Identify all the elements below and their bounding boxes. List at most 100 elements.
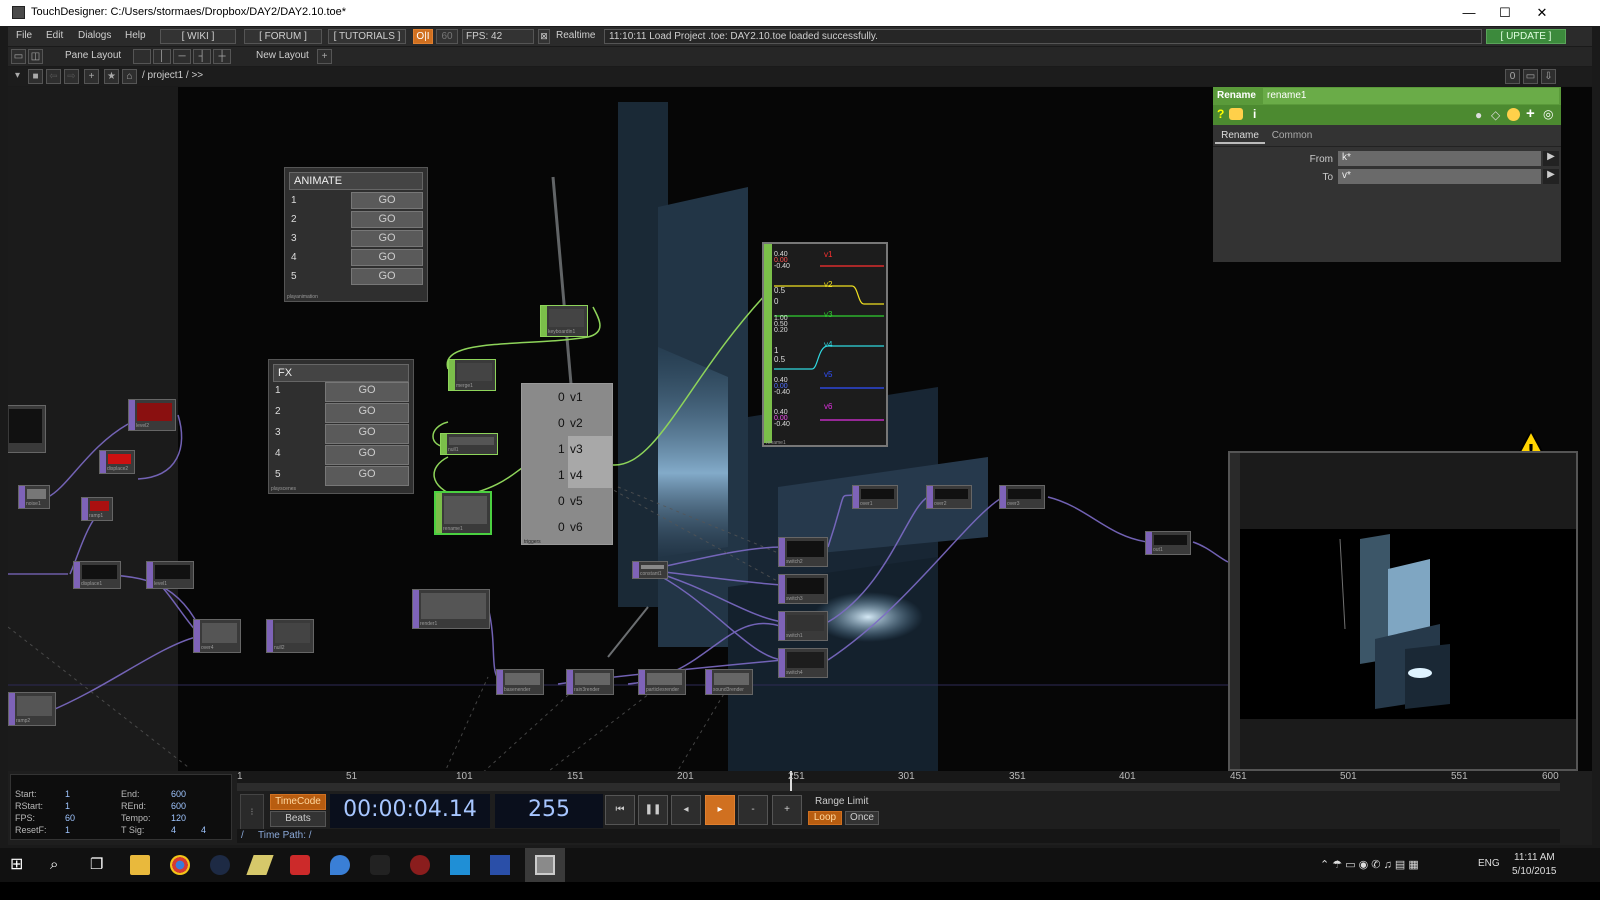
time-path[interactable]: Time Path: /: [258, 830, 312, 841]
add-icon[interactable]: +: [84, 69, 99, 84]
beats-mode-button[interactable]: Beats: [270, 811, 326, 827]
touchdesigner-task-button[interactable]: [525, 848, 565, 882]
minimize-button[interactable]: —: [1454, 3, 1484, 23]
tsig-value-2[interactable]: 4: [201, 825, 206, 835]
timeline-options-icon[interactable]: ⁝: [240, 794, 264, 832]
target-icon[interactable]: ◎: [1543, 107, 1553, 121]
menu-dialogs[interactable]: Dialogs: [78, 30, 111, 41]
step-forward-button[interactable]: +: [772, 795, 802, 825]
tab-common[interactable]: Common: [1269, 128, 1315, 144]
clone-icon[interactable]: ◇: [1491, 108, 1500, 122]
op-node[interactable]: over2: [926, 485, 972, 509]
op-node[interactable]: switch4: [778, 648, 828, 678]
op-node[interactable]: merge1: [448, 359, 496, 391]
fx-go-button-3[interactable]: GO: [325, 424, 409, 444]
timeline-ruler[interactable]: 1 51 101 151 201 251 301 351 401 451 501…: [237, 771, 1560, 791]
chevron-down-icon[interactable]: ▾: [10, 69, 25, 84]
op-node[interactable]: switch3: [778, 574, 828, 604]
timecode-display[interactable]: 00:00:04.14: [330, 794, 490, 828]
op-node[interactable]: rename1: [434, 491, 492, 535]
timecode-mode-button[interactable]: TimeCode: [270, 794, 326, 810]
window-icon[interactable]: ▭: [1523, 69, 1538, 84]
chrome-icon[interactable]: [170, 855, 190, 875]
op-node[interactable]: level1: [146, 561, 194, 589]
menu-help[interactable]: Help: [125, 30, 146, 41]
update-button[interactable]: [ UPDATE ]: [1486, 29, 1566, 44]
op-name-field[interactable]: rename1: [1263, 88, 1559, 104]
menu-edit[interactable]: Edit: [46, 30, 63, 41]
layout-split-vertical-button[interactable]: │: [153, 49, 171, 64]
menu-file[interactable]: File: [16, 30, 32, 41]
op-node[interactable]: null1: [440, 433, 498, 455]
op-node[interactable]: null2: [266, 619, 314, 653]
task-view-icon[interactable]: ❐: [90, 855, 110, 875]
star-icon[interactable]: ★: [104, 69, 119, 84]
op-node[interactable]: constant1: [632, 561, 668, 579]
op-node[interactable]: sound3render: [705, 669, 753, 695]
add-icon[interactable]: +: [1526, 105, 1535, 122]
loop-button[interactable]: Loop: [808, 811, 842, 825]
python-icon[interactable]: [1229, 108, 1243, 120]
to-menu-arrow-icon[interactable]: ▶: [1543, 169, 1559, 184]
resetf-value[interactable]: 1: [65, 825, 70, 835]
close-button[interactable]: ✕: [1527, 3, 1557, 23]
music-app-icon[interactable]: [410, 855, 430, 875]
animate-go-button-4[interactable]: GO: [351, 249, 423, 266]
language-indicator[interactable]: ENG: [1478, 858, 1500, 869]
viewer-pane[interactable]: [1228, 451, 1578, 771]
layout-four-button[interactable]: ┼: [213, 49, 231, 64]
wiki-button[interactable]: [ WIKI ]: [160, 29, 236, 44]
back-icon[interactable]: ⇦: [46, 69, 61, 84]
op-node[interactable]: over1: [852, 485, 898, 509]
forward-icon[interactable]: ⇨: [64, 69, 79, 84]
op-node[interactable]: basenender: [496, 669, 544, 695]
op-node[interactable]: displace2: [99, 450, 135, 474]
steam-icon[interactable]: [210, 855, 230, 875]
file-explorer-icon[interactable]: [130, 855, 150, 875]
once-button[interactable]: Once: [845, 811, 879, 825]
op-node[interactable]: level2: [128, 399, 176, 431]
search-icon[interactable]: ⌕: [50, 855, 70, 875]
python-dat-icon[interactable]: [1507, 108, 1520, 121]
tab-rename[interactable]: Rename: [1215, 128, 1265, 144]
op-node[interactable]: over4: [193, 619, 241, 653]
comment-icon[interactable]: ●: [1475, 108, 1482, 122]
step-backward-button[interactable]: -: [738, 795, 768, 825]
fps-value[interactable]: 60: [65, 813, 75, 823]
layout-split-horizontal-button[interactable]: ─: [173, 49, 191, 64]
to-field[interactable]: v*: [1338, 169, 1541, 184]
rend-value[interactable]: 600: [171, 801, 186, 811]
fx-go-button-2[interactable]: GO: [325, 403, 409, 423]
op-node[interactable]: over3: [999, 485, 1045, 509]
fx-go-button-5[interactable]: GO: [325, 466, 409, 486]
rstart-value[interactable]: 1: [65, 801, 70, 811]
tsig-value-1[interactable]: 4: [171, 825, 176, 835]
op-node-partial[interactable]: [8, 405, 46, 453]
bat-icon[interactable]: [370, 855, 390, 875]
oi-toggle[interactable]: O|I: [413, 29, 433, 44]
op-node[interactable]: render1: [412, 589, 490, 629]
chop-viewer[interactable]: 0.40 0.00 -0.40 0.5 0 1.00 0.50 0.20 1 0.5 0.4…: [762, 242, 888, 447]
layout-three-button[interactable]: ┤: [193, 49, 211, 64]
op-node[interactable]: out1: [1145, 531, 1191, 555]
op-node[interactable]: rain3render: [566, 669, 614, 695]
realtime-checkbox-icon[interactable]: ⊠: [538, 29, 550, 44]
info-icon[interactable]: i: [1253, 107, 1256, 121]
maximize-button[interactable]: ☐: [1490, 3, 1520, 23]
op-node[interactable]: keyboardin1: [540, 305, 588, 337]
new-layout-plus-button[interactable]: +: [317, 49, 332, 64]
rewind-icon[interactable]: ⏮: [605, 795, 635, 825]
help-icon[interactable]: ?: [1217, 107, 1224, 121]
op-node[interactable]: displace1: [73, 561, 121, 589]
op-node[interactable]: ramp1: [81, 497, 113, 521]
time-path-root[interactable]: /: [241, 830, 244, 841]
home-icon[interactable]: ⌂: [122, 69, 137, 84]
network-app-icon[interactable]: [490, 855, 510, 875]
start-value[interactable]: 1: [65, 789, 70, 799]
network-path[interactable]: / project1 / >>: [142, 70, 203, 81]
from-field[interactable]: k*: [1338, 151, 1541, 166]
zero-button[interactable]: 0: [1505, 69, 1520, 84]
pause-icon[interactable]: ❚❚: [638, 795, 668, 825]
animate-go-button-1[interactable]: GO: [351, 192, 423, 209]
animate-go-button-5[interactable]: GO: [351, 268, 423, 285]
